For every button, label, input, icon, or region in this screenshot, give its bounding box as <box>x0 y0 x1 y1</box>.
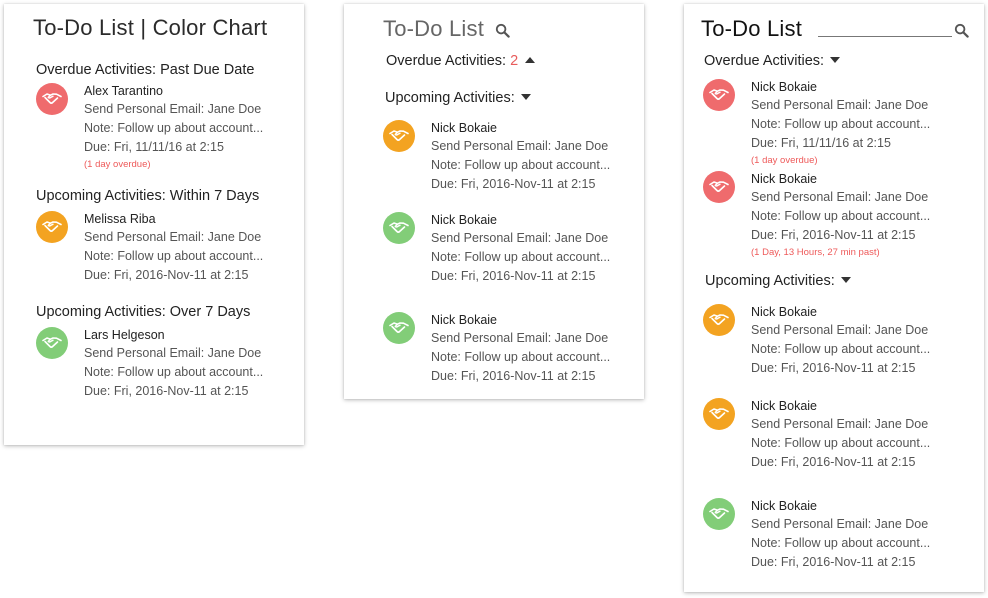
caret-down-icon <box>840 277 851 283</box>
due-date: Due: Fri, 2016-Nov-11 at 2:15 <box>751 228 916 242</box>
handshake-icon <box>42 92 62 106</box>
activity-description: Send Personal Email: Jane Doe <box>431 231 609 245</box>
due-date: Due: Fri, 2016-Nov-11 at 2:15 <box>431 369 596 383</box>
contact-name: Nick Bokaie <box>751 172 817 186</box>
activity-note: Note: Follow up about account... <box>751 536 931 550</box>
contact-name: Nick Bokaie <box>751 499 817 513</box>
handshake-icon <box>389 129 409 143</box>
overdue-status: (1 day overdue) <box>751 155 818 166</box>
activity-description: Send Personal Email: Jane Doe <box>431 331 609 345</box>
handshake-icon <box>709 507 729 521</box>
contact-name: Nick Bokaie <box>431 121 497 135</box>
overdue-status: (1 day overdue) <box>84 159 151 170</box>
contact-name: Alex Tarantino <box>84 84 163 98</box>
color-chart-panel: To-Do List | Color Chart Overdue Activit… <box>4 4 304 445</box>
activity-avatar <box>703 304 735 336</box>
section-label: Upcoming Activities: Over 7 Days <box>36 304 251 320</box>
activity-avatar <box>383 312 415 344</box>
todo-panel-collapsed: To-Do List Overdue Activities: 2 Upcoming… <box>344 4 644 399</box>
activity-avatar <box>703 171 735 203</box>
due-date: Due: Fri, 2016-Nov-11 at 2:15 <box>751 361 916 375</box>
handshake-icon <box>709 88 729 102</box>
due-date: Due: Fri, 2016-Nov-11 at 2:15 <box>84 268 249 282</box>
activity-note: Note: Follow up about account... <box>84 121 264 135</box>
section-label: Upcoming Activities: Within 7 Days <box>36 188 260 204</box>
activity-avatar <box>36 327 68 359</box>
activity-avatar <box>36 83 68 115</box>
handshake-icon <box>709 180 729 194</box>
panel-title: To-Do List | Color Chart <box>33 15 268 40</box>
handshake-icon <box>709 407 729 421</box>
upcoming-toggle[interactable]: Upcoming Activities: <box>385 90 531 106</box>
handshake-icon <box>389 221 409 235</box>
overdue-toggle[interactable]: Overdue Activities: 2 <box>386 53 536 69</box>
search-input[interactable] <box>818 20 952 37</box>
overdue-status: (1 Day, 13 Hours, 27 min past) <box>751 247 880 258</box>
activity-description: Send Personal Email: Jane Doe <box>751 323 929 337</box>
handshake-icon <box>709 313 729 327</box>
activity-note: Note: Follow up about account... <box>84 249 264 263</box>
overdue-count: 2 <box>510 53 519 69</box>
activity-description: Send Personal Email: Jane Doe <box>751 517 929 531</box>
caret-up-icon <box>525 57 536 63</box>
section-label: Overdue Activities: Past Due Date <box>36 62 255 78</box>
activity-avatar <box>703 79 735 111</box>
upcoming-label: Upcoming Activities: <box>705 273 835 289</box>
activity-note: Note: Follow up about account... <box>84 365 264 379</box>
upcoming-label: Upcoming Activities: <box>385 90 515 106</box>
due-date: Due: Fri, 2016-Nov-11 at 2:15 <box>431 269 596 283</box>
due-date: Due: Fri, 2016-Nov-11 at 2:15 <box>751 555 916 569</box>
overdue-label: Overdue Activities: <box>386 53 507 69</box>
activity-avatar <box>36 211 68 243</box>
activity-note: Note: Follow up about account... <box>751 117 931 131</box>
activity-avatar <box>383 212 415 244</box>
overdue-toggle[interactable]: Overdue Activities: <box>704 53 841 69</box>
due-date: Due: Fri, 11/11/16 at 2:15 <box>751 136 891 150</box>
activity-avatar <box>703 398 735 430</box>
activity-description: Send Personal Email: Jane Doe <box>84 102 262 116</box>
search-icon[interactable] <box>495 23 510 38</box>
search-icon[interactable] <box>954 23 969 38</box>
activity-note: Note: Follow up about account... <box>431 158 611 172</box>
activity-note: Note: Follow up about account... <box>431 250 611 264</box>
handshake-icon <box>42 336 62 350</box>
activity-description: Send Personal Email: Jane Doe <box>84 230 262 244</box>
activity-description: Send Personal Email: Jane Doe <box>84 346 262 360</box>
contact-name: Nick Bokaie <box>431 213 497 227</box>
activity-description: Send Personal Email: Jane Doe <box>751 190 929 204</box>
activity-description: Send Personal Email: Jane Doe <box>751 417 929 431</box>
activity-note: Note: Follow up about account... <box>751 436 931 450</box>
contact-name: Nick Bokaie <box>751 305 817 319</box>
overdue-label: Overdue Activities: <box>704 53 825 69</box>
activity-description: Send Personal Email: Jane Doe <box>751 98 929 112</box>
contact-name: Lars Helgeson <box>84 328 165 342</box>
due-date: Due: Fri, 2016-Nov-11 at 2:15 <box>84 384 249 398</box>
todo-panel-expanded: To-Do List Overdue Activities: Nick Boka… <box>684 4 984 592</box>
due-date: Due: Fri, 2016-Nov-11 at 2:15 <box>431 177 596 191</box>
due-date: Due: Fri, 2016-Nov-11 at 2:15 <box>751 455 916 469</box>
activity-avatar <box>703 498 735 530</box>
due-date: Due: Fri, 11/11/16 at 2:15 <box>84 140 224 154</box>
activity-note: Note: Follow up about account... <box>431 350 611 364</box>
caret-down-icon <box>520 94 531 100</box>
activity-note: Note: Follow up about account... <box>751 342 931 356</box>
upcoming-toggle[interactable]: Upcoming Activities: <box>705 273 851 289</box>
panel-title: To-Do List <box>701 16 803 41</box>
activity-avatar <box>383 120 415 152</box>
handshake-icon <box>42 220 62 234</box>
caret-down-icon <box>830 57 841 63</box>
handshake-icon <box>389 321 409 335</box>
contact-name: Nick Bokaie <box>431 313 497 327</box>
panel-title: To-Do List <box>383 16 485 41</box>
activity-note: Note: Follow up about account... <box>751 209 931 223</box>
activity-description: Send Personal Email: Jane Doe <box>431 139 609 153</box>
contact-name: Melissa Riba <box>84 212 156 226</box>
contact-name: Nick Bokaie <box>751 80 817 94</box>
contact-name: Nick Bokaie <box>751 399 817 413</box>
